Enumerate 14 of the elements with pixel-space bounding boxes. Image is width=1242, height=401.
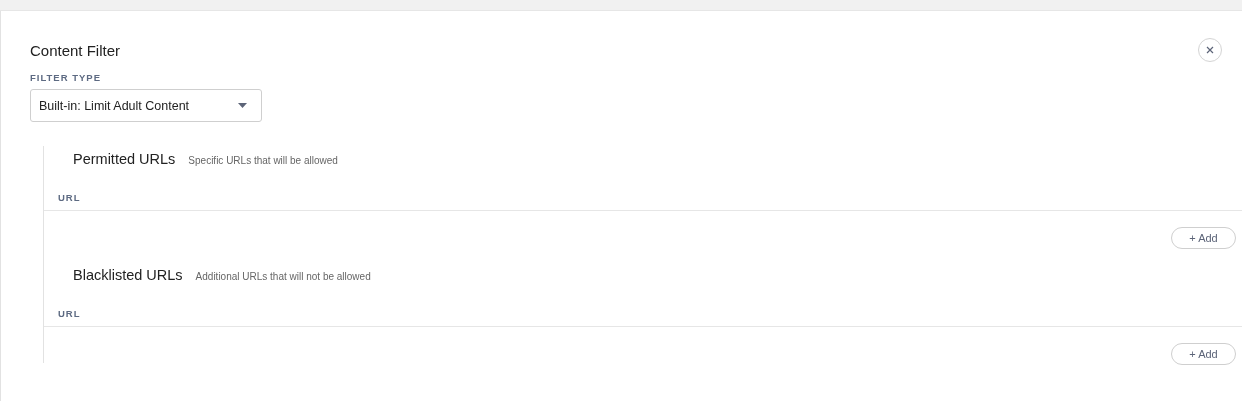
add-button[interactable]: + Add — [1171, 227, 1236, 249]
panel-title: Content Filter — [30, 41, 121, 59]
close-button[interactable] — [1198, 38, 1222, 62]
column-header: URL — [58, 192, 81, 203]
column-header: URL — [58, 308, 81, 319]
field-label: FILTER TYPE — [30, 72, 102, 83]
section-description: Specific URLs that will be allowed — [188, 155, 338, 166]
section-title: Permitted URLs — [73, 151, 176, 167]
section-title: Blacklisted URLs — [73, 267, 183, 283]
caret-icon — [238, 103, 247, 108]
add-button[interactable]: + Add — [1171, 343, 1236, 365]
section-description: Additional URLs that will not be allowed — [195, 271, 371, 282]
close-icon — [1206, 46, 1214, 54]
filter-type-dropdown[interactable]: Built-in: Limit Adult Content — [30, 89, 262, 122]
